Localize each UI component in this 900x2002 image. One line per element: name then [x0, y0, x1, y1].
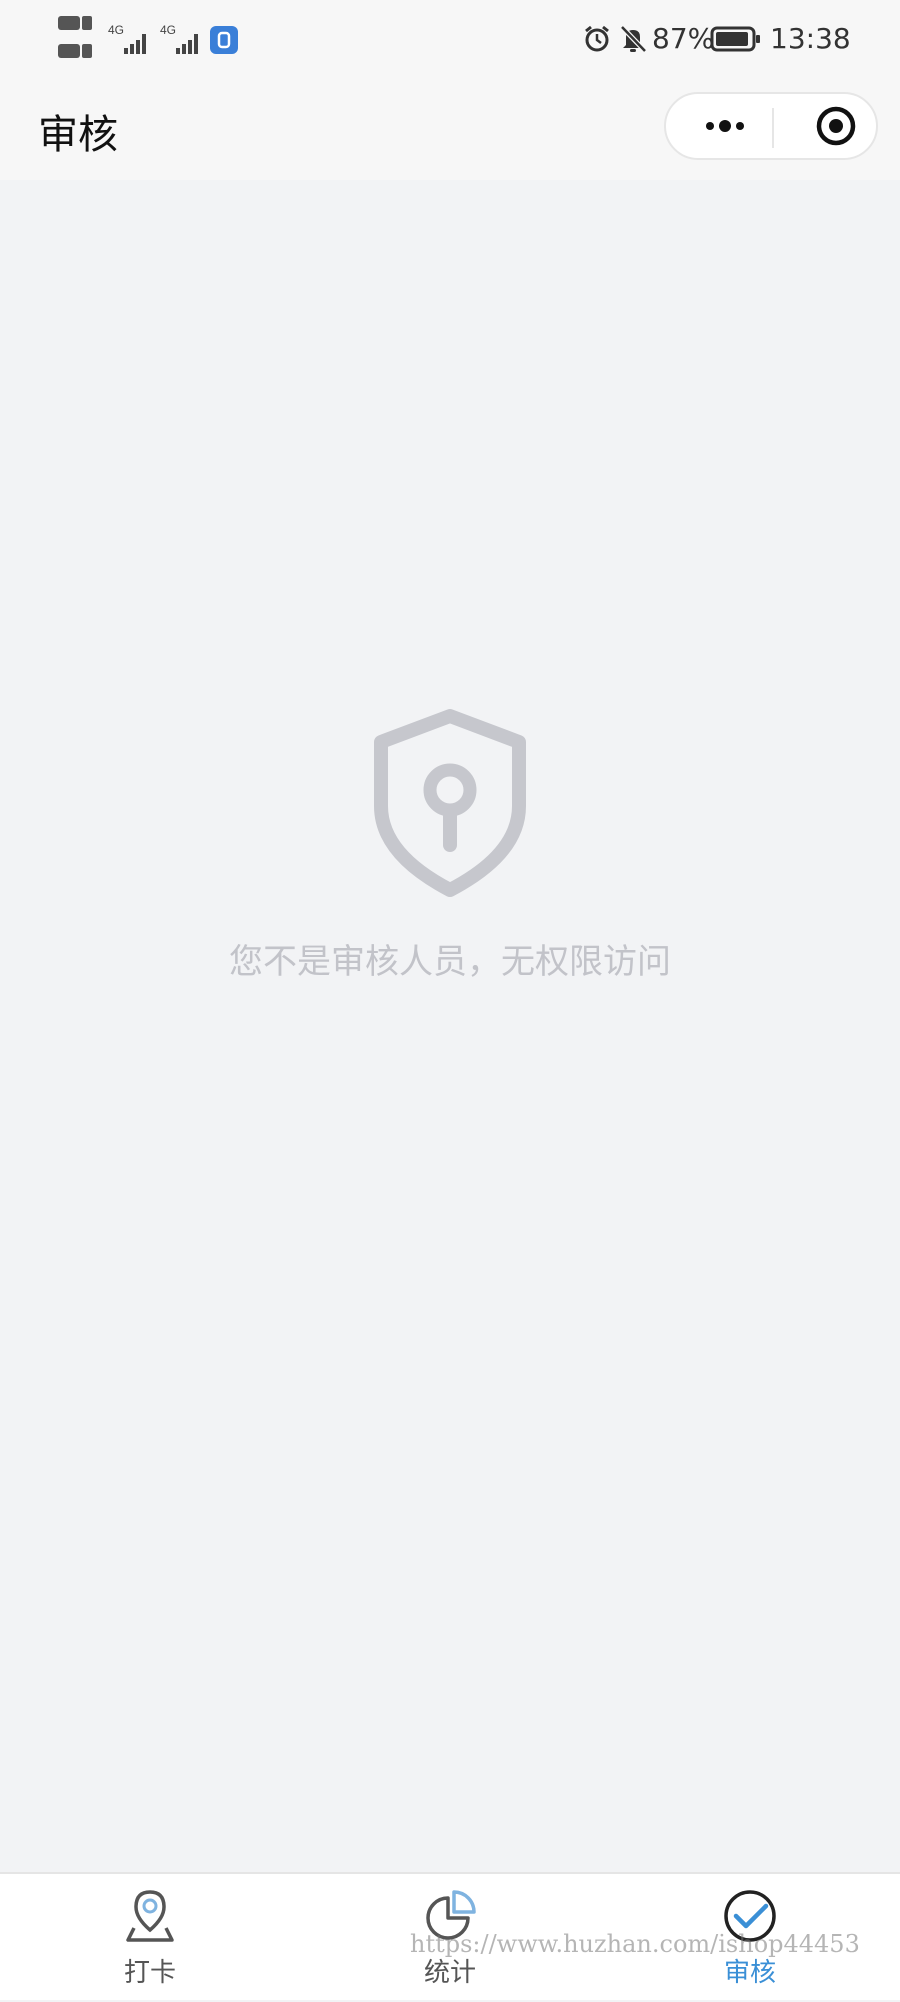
- close-mini-program-button[interactable]: [792, 94, 872, 158]
- page-title: 审核: [38, 112, 118, 158]
- more-menu-button[interactable]: [690, 94, 770, 158]
- capsule-divider: [772, 108, 774, 148]
- status-bar: 4G 4G 87% 13:38: [0, 0, 900, 80]
- tab-label: 打卡: [123, 1958, 176, 1988]
- location-pin-icon: [122, 1888, 178, 1944]
- alarm-icon: [582, 24, 612, 54]
- nav-bar: 审核: [0, 80, 900, 180]
- svg-text:4G: 4G: [160, 23, 176, 37]
- tab-clock-in[interactable]: 打卡: [0, 1874, 300, 2002]
- clock: 13:38: [770, 22, 851, 55]
- watermark: https://www.huzhan.com/ishop44453: [410, 1930, 860, 1958]
- battery-percent: 87%: [652, 22, 715, 55]
- signal-indicators: 4G 4G: [58, 16, 238, 58]
- mute-bell-icon: [618, 24, 648, 54]
- shield-keyhole-icon: [367, 708, 533, 900]
- svg-text:4G: 4G: [108, 23, 124, 37]
- mini-program-capsule: [664, 92, 878, 160]
- main-content: 您不是审核人员，无权限访问: [0, 180, 900, 1872]
- battery-icon: [710, 24, 762, 54]
- no-permission-message: 您不是审核人员，无权限访问: [229, 942, 671, 982]
